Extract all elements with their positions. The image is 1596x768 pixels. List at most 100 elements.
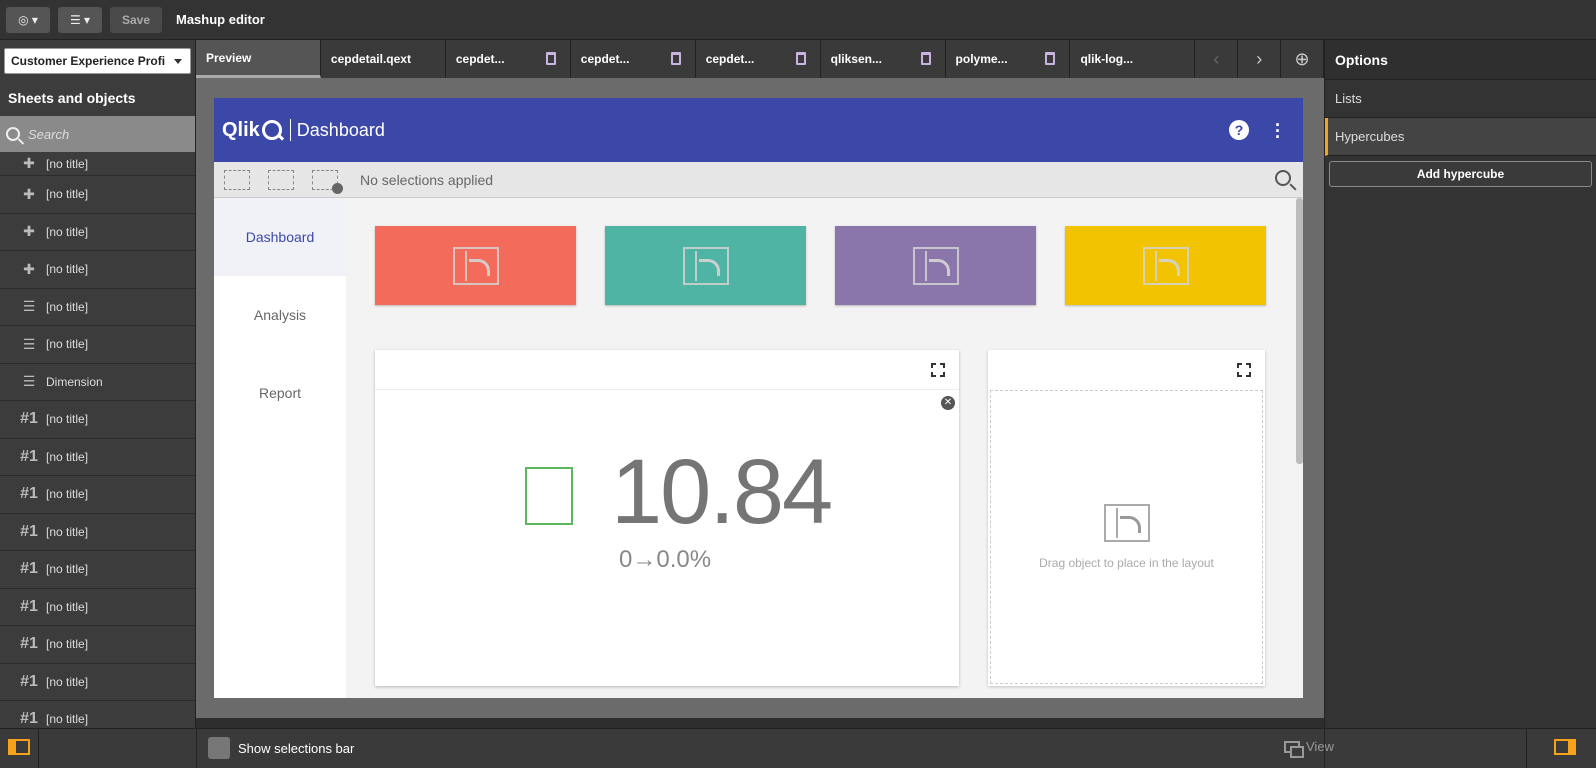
tab-1[interactable]: cepdetail.qext [320, 40, 446, 78]
add-hypercube-button[interactable]: Add hypercube [1329, 161, 1592, 187]
list-icon: ☰ ▾ [69, 12, 91, 27]
placeholder-tile-4[interactable] [1065, 226, 1266, 305]
expand-icon[interactable] [1237, 363, 1251, 377]
more-options-icon[interactable]: · · · [1275, 116, 1281, 146]
preview-canvas: Qlik Dashboard ? · · · No selections appli… [196, 78, 1324, 718]
list-item[interactable]: ☰ [no title] [0, 289, 195, 326]
add-tab-button[interactable]: ⊕ [1281, 40, 1324, 78]
tab-0[interactable]: Preview [196, 40, 321, 78]
app-select-dropdown[interactable]: Customer Experience Profi [4, 48, 191, 74]
clear-selections-icon[interactable] [312, 169, 343, 194]
editor-tab-strip: Preview cepdetail.qext cepdet... cepdet... c… [196, 40, 1324, 78]
page-title: Mashup editor [176, 12, 265, 27]
show-selections-checkbox[interactable] [208, 737, 230, 759]
object-placeholder-icon [1142, 246, 1189, 285]
trash-icon[interactable] [670, 52, 681, 65]
toggle-right-panel-icon[interactable] [1554, 739, 1576, 755]
tab-5[interactable]: qliksen... [820, 40, 946, 78]
search-icon [6, 127, 20, 141]
nav-item-report[interactable]: Report [214, 354, 346, 432]
navigation-menu-button[interactable]: ◎ ▾ [6, 6, 50, 33]
tab-label: cepdet... [580, 52, 630, 66]
vertical-scrollbar[interactable] [1296, 198, 1303, 464]
selections-bar: No selections applied [214, 162, 1303, 198]
list-item[interactable]: #1 [no title] [0, 589, 195, 626]
drop-zone[interactable]: Drag object to place in the layout [990, 390, 1263, 684]
trash-icon[interactable] [545, 52, 556, 65]
view-button[interactable]: View [1284, 739, 1334, 758]
options-item-lists[interactable]: Lists [1325, 80, 1596, 118]
options-heading: Options [1325, 40, 1596, 80]
list-item-label: [no title] [46, 412, 89, 427]
puzzle-icon: ✚ [23, 185, 35, 202]
bottom-bar: Show selections bar View [0, 728, 1596, 768]
step-back-icon[interactable] [224, 169, 250, 190]
show-selections-label: Show selections bar [238, 740, 355, 756]
nav-item-dashboard[interactable]: Dashboard [214, 198, 346, 276]
search-placeholder: Search [28, 126, 70, 142]
view-icon [1284, 740, 1304, 758]
tab-2[interactable]: cepdet... [445, 40, 571, 78]
list-item[interactable]: ✚ [no title] [0, 176, 195, 214]
list-item[interactable]: ✚ [no title] [0, 251, 195, 289]
kpi-object[interactable]: ✕ 10.84 0→0.0% [375, 350, 959, 686]
list-item-label: Dimension [46, 374, 103, 389]
tab-prev-button[interactable]: ‹ [1195, 40, 1239, 78]
placeholder-tile-3[interactable] [835, 226, 1036, 305]
list-item-label: [no title] [46, 449, 89, 464]
list-item[interactable]: #1 [no title] [0, 514, 195, 551]
tab-label: polyme... [955, 52, 1008, 66]
tab-6[interactable]: polyme... [945, 40, 1071, 78]
list-item[interactable]: ✚ [no title] [0, 152, 195, 176]
step-forward-icon[interactable] [268, 169, 294, 190]
qlik-logo: Qlik [222, 119, 282, 142]
options-item-hypercubes[interactable]: Hypercubes [1325, 118, 1596, 156]
tab-label: qlik-log... [1080, 52, 1134, 66]
tab-next-button[interactable]: › [1238, 40, 1282, 78]
help-icon[interactable]: ? [1229, 120, 1249, 140]
nav-item-analysis[interactable]: Analysis [214, 276, 346, 354]
panel-heading: Sheets and objects [8, 90, 136, 106]
placeholder-tile-2[interactable] [605, 226, 806, 305]
empty-object-slot[interactable]: Drag object to place in the layout [988, 350, 1265, 686]
list-item[interactable]: ✚ [no title] [0, 214, 195, 251]
header-divider [289, 119, 291, 141]
list-menu-button[interactable]: ☰ ▾ [58, 6, 102, 33]
list-item[interactable]: #1 [no title] [0, 439, 195, 476]
list-item[interactable]: #1 [no title] [0, 626, 195, 664]
list-box-icon: ☰ [22, 298, 36, 315]
remove-object-icon[interactable]: ✕ [941, 396, 955, 410]
search-icon[interactable] [1275, 170, 1291, 186]
list-item-label: [no title] [46, 674, 89, 689]
list-item[interactable]: #1 [no title] [0, 664, 195, 701]
list-item[interactable]: #1 [no title] [0, 476, 195, 514]
object-placeholder-icon [912, 246, 959, 285]
list-item[interactable]: ☰ [no title] [0, 326, 195, 364]
trash-icon[interactable] [1045, 52, 1056, 65]
placeholder-tile-1[interactable] [375, 226, 576, 305]
qlik-logo-icon [261, 120, 282, 140]
show-selections-toggle[interactable]: Show selections bar [208, 737, 354, 759]
tab-7[interactable]: qlik-log... [1070, 40, 1196, 78]
toggle-left-panel-icon[interactable] [8, 739, 30, 755]
trash-icon[interactable] [920, 52, 931, 65]
selections-status: No selections applied [360, 171, 494, 188]
tab-3[interactable]: cepdet... [570, 40, 696, 78]
options-panel: Options Lists Hypercubes Add hypercube [1324, 40, 1596, 728]
tab-4[interactable]: cepdet... [695, 40, 821, 78]
mashup-content: DashboardAnalysisReport ✕ 10.84 0→0.0% [214, 198, 1303, 698]
save-button[interactable]: Save [110, 6, 162, 33]
trash-icon[interactable] [795, 52, 806, 65]
list-item-label: [no title] [46, 224, 89, 239]
list-item[interactable]: #1 [no title] [0, 401, 195, 439]
tab-label: cepdet... [455, 52, 505, 66]
list-box-icon: ☰ [22, 373, 36, 390]
object-placeholder-icon [682, 246, 729, 285]
tab-label: cepdetail.qext [330, 52, 411, 66]
kpi-value: 10.84 [611, 441, 833, 543]
list-item[interactable]: ☰ Dimension [0, 364, 195, 401]
expand-icon[interactable] [931, 363, 945, 377]
object-search-input[interactable]: Search [0, 116, 195, 152]
list-item[interactable]: #1 [no title] [0, 701, 195, 728]
list-item[interactable]: #1 [no title] [0, 551, 195, 589]
